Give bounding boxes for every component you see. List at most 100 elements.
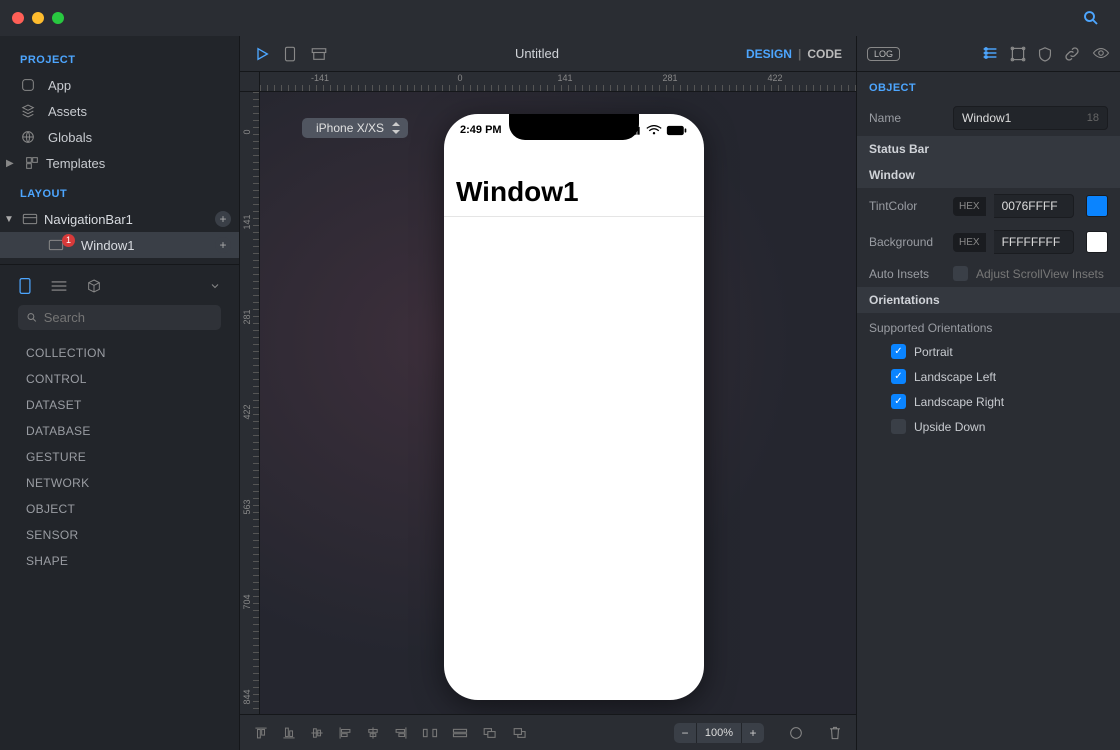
stack-front-icon[interactable] xyxy=(482,726,498,740)
tab-code[interactable]: CODE xyxy=(807,47,842,61)
tintcolor-swatch[interactable] xyxy=(1086,195,1108,217)
zoom-icon[interactable] xyxy=(52,12,64,24)
library-category[interactable]: DATASET xyxy=(0,392,239,418)
zoom-out-button[interactable]: − xyxy=(674,723,696,743)
close-icon[interactable] xyxy=(12,12,24,24)
sidebar-item-label: Templates xyxy=(46,156,105,171)
shield-tab-icon[interactable] xyxy=(1038,46,1052,62)
ruler-vertical: 0141281422563704844 xyxy=(240,92,260,714)
canvas-area: Untitled DESIGN | CODE -1410141281422563… xyxy=(240,36,856,750)
play-button[interactable] xyxy=(254,46,270,62)
canvas-stage[interactable]: iPhone X/XS 2:49 PM Window1 xyxy=(260,92,856,714)
tree-item-label: Window1 xyxy=(81,238,134,253)
library-category[interactable]: DATABASE xyxy=(0,418,239,444)
device-selector[interactable]: iPhone X/XS xyxy=(302,118,408,138)
statusbar-section[interactable]: Status Bar xyxy=(857,136,1120,162)
mode-tabs: DESIGN | CODE xyxy=(746,47,842,61)
library-category[interactable]: COLLECTION xyxy=(0,340,239,366)
orientation-row[interactable]: ✓ Portrait xyxy=(857,339,1120,364)
background-input[interactable]: FFFFFFFF xyxy=(994,230,1074,254)
eye-tab-icon[interactable] xyxy=(1092,46,1110,62)
tintcolor-input[interactable]: 0076FFFF xyxy=(994,194,1074,218)
log-button[interactable]: LOG xyxy=(867,47,900,61)
add-child-button[interactable]: + xyxy=(215,237,231,253)
orientations-section[interactable]: Orientations xyxy=(857,287,1120,313)
distribute-v-icon[interactable] xyxy=(452,726,468,740)
properties-tab-icon[interactable] xyxy=(982,46,998,62)
tree-item-window[interactable]: 1 Window1 + xyxy=(0,232,239,258)
library-category[interactable]: GESTURE xyxy=(0,444,239,470)
align-vcenter-icon[interactable] xyxy=(310,726,324,740)
window-titlebar xyxy=(0,0,1120,36)
project-sidebar: PROJECT App Assets Globals ▶ Templates L… xyxy=(0,36,240,750)
zoom-in-button[interactable]: + xyxy=(742,723,764,743)
stack-back-icon[interactable] xyxy=(512,726,528,740)
sidebar-item-label: Globals xyxy=(48,130,92,145)
name-label: Name xyxy=(869,111,945,125)
orientation-checkbox[interactable]: ✓ xyxy=(891,394,906,409)
library-category[interactable]: SHAPE xyxy=(0,548,239,574)
ruler-tick: -141 xyxy=(311,73,329,83)
align-top-icon[interactable] xyxy=(254,726,268,740)
cube-tab-icon[interactable] xyxy=(86,278,102,294)
tintcolor-row: TintColor HEX 0076FFFF xyxy=(857,188,1120,224)
library-category[interactable]: SENSOR xyxy=(0,522,239,548)
object-header: OBJECT xyxy=(857,72,1120,100)
device-tab-icon[interactable] xyxy=(18,277,32,295)
sidebar-item-globals[interactable]: Globals xyxy=(0,124,239,150)
phone-preview[interactable]: 2:49 PM Window1 xyxy=(444,114,704,700)
sidebar-item-templates[interactable]: ▶ Templates xyxy=(0,150,239,176)
link-tab-icon[interactable] xyxy=(1064,46,1080,62)
chevron-down-icon[interactable]: ▼ xyxy=(4,214,16,225)
add-child-button[interactable]: + xyxy=(215,211,231,227)
align-hcenter-icon[interactable] xyxy=(366,726,380,740)
device-button[interactable] xyxy=(284,45,296,63)
orientation-label: Landscape Right xyxy=(914,395,1004,409)
library-search[interactable] xyxy=(18,305,221,330)
tree-item-navigationbar[interactable]: ▼ NavigationBar1 + xyxy=(0,206,239,232)
layout-section-header: LAYOUT xyxy=(0,176,239,206)
tab-design[interactable]: DESIGN xyxy=(746,47,792,61)
geometry-tab-icon[interactable] xyxy=(1010,46,1026,62)
chevron-right-icon[interactable]: ▶ xyxy=(6,158,18,169)
overlay-icon[interactable] xyxy=(788,725,804,741)
autoinsets-row: Auto Insets Adjust ScrollView Insets xyxy=(857,260,1120,287)
tintcolor-label: TintColor xyxy=(869,199,945,213)
orientation-row[interactable]: ✓ Landscape Right xyxy=(857,389,1120,414)
search-icon[interactable] xyxy=(1082,9,1100,27)
autoinsets-text: Adjust ScrollView Insets xyxy=(976,267,1104,281)
trash-icon[interactable] xyxy=(828,725,842,741)
chevron-down-icon[interactable] xyxy=(209,280,221,292)
window-section[interactable]: Window xyxy=(857,162,1120,188)
orientation-checkbox[interactable]: ✓ xyxy=(891,369,906,384)
traffic-lights xyxy=(12,12,64,24)
ruler-corner xyxy=(240,72,260,92)
orientation-checkbox[interactable]: ✓ xyxy=(891,344,906,359)
name-input[interactable]: Window1 18 xyxy=(953,106,1108,130)
ruler-tick: 281 xyxy=(662,73,677,83)
align-bottom-icon[interactable] xyxy=(282,726,296,740)
sidebar-item-assets[interactable]: Assets xyxy=(0,98,239,124)
phone-navbar: Window1 xyxy=(444,176,704,217)
hex-badge[interactable]: HEX xyxy=(953,233,986,252)
background-swatch[interactable] xyxy=(1086,231,1108,253)
align-left-icon[interactable] xyxy=(338,726,352,740)
library-category[interactable]: NETWORK xyxy=(0,470,239,496)
list-tab-icon[interactable] xyxy=(50,279,68,293)
autoinsets-checkbox[interactable] xyxy=(953,266,968,281)
minimize-icon[interactable] xyxy=(32,12,44,24)
distribute-h-icon[interactable] xyxy=(422,726,438,740)
search-input[interactable] xyxy=(44,310,213,325)
library-category[interactable]: OBJECT xyxy=(0,496,239,522)
orientation-row[interactable]: Upside Down xyxy=(857,414,1120,439)
hex-badge[interactable]: HEX xyxy=(953,197,986,216)
library-category[interactable]: CONTROL xyxy=(0,366,239,392)
archive-button[interactable] xyxy=(310,46,328,62)
ruler-tick: 141 xyxy=(557,73,572,83)
zoom-level[interactable]: 100% xyxy=(696,723,742,743)
orientation-label: Portrait xyxy=(914,345,953,359)
orientation-checkbox[interactable] xyxy=(891,419,906,434)
align-right-icon[interactable] xyxy=(394,726,408,740)
sidebar-item-app[interactable]: App xyxy=(0,72,239,98)
orientation-row[interactable]: ✓Landscape Left xyxy=(857,364,1120,389)
